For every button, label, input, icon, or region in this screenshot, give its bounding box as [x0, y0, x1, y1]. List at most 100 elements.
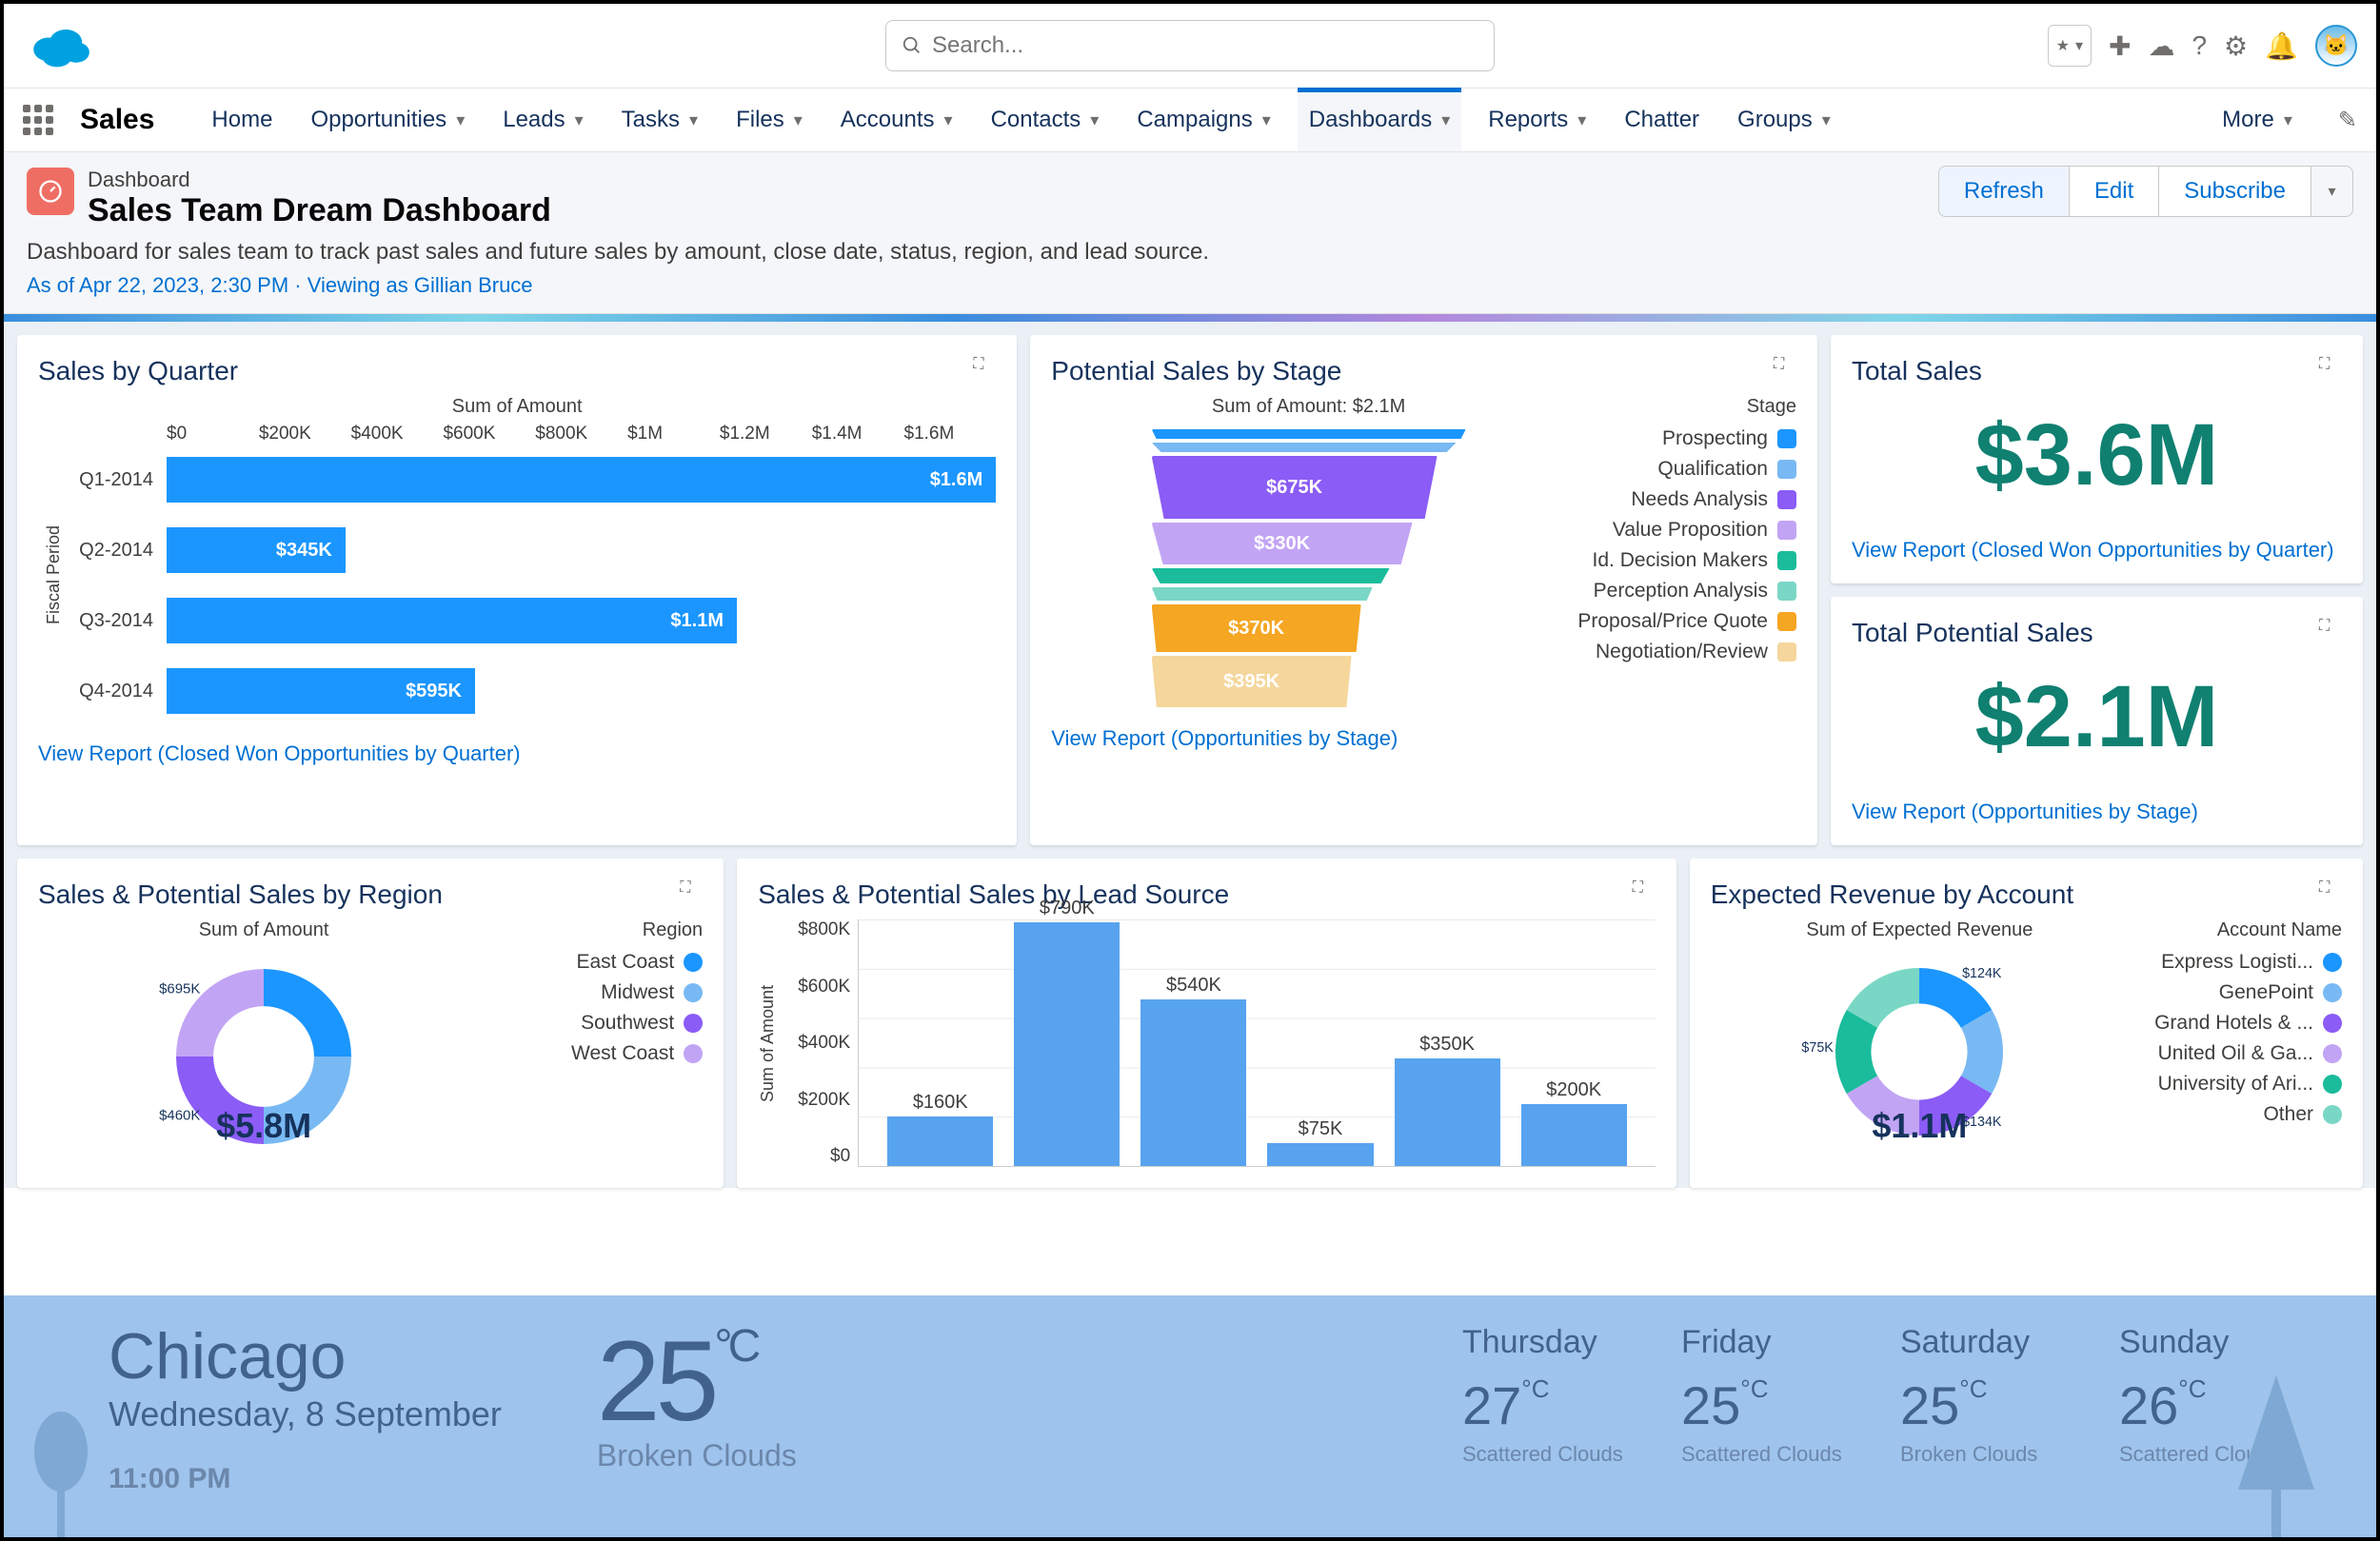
add-icon[interactable]: ✚	[2109, 30, 2131, 62]
chart-axis-title: Sum of Amount	[38, 396, 996, 418]
search-icon	[902, 35, 922, 56]
dashboard-grid: ⛶ Sales by Quarter Sum of Amount Fiscal …	[4, 322, 2376, 1188]
app-launcher-icon[interactable]	[23, 105, 53, 135]
nav-leads[interactable]: Leads▾	[491, 89, 594, 151]
legend-item: Negotiation/Review	[1577, 641, 1796, 663]
salesforce-help-icon[interactable]: ☁	[2148, 30, 2174, 62]
expand-icon[interactable]: ⛶	[2319, 879, 2342, 902]
donut-total: $1.1M	[1872, 1106, 1967, 1146]
legend-item: Midwest	[499, 981, 703, 1004]
metric-value: $2.1M	[1852, 658, 2342, 784]
legend-item: Perception Analysis	[1577, 580, 1796, 603]
weather-time: 11:00 PM	[109, 1463, 502, 1495]
tree-icon	[32, 1404, 89, 1537]
dashboard-meta: As of Apr 22, 2023, 2:30 PM · Viewing as…	[27, 273, 2353, 298]
weather-temp: 25°C	[597, 1317, 756, 1445]
object-label: Dashboard	[88, 168, 551, 192]
metric-value: $3.6M	[1852, 396, 2342, 523]
card-expected-revenue: ⛶ Expected Revenue by Account Sum of Exp…	[1690, 859, 2363, 1188]
chevron-down-icon: ▾	[2075, 36, 2083, 55]
nav-contacts[interactable]: Contacts▾	[980, 89, 1111, 151]
bar-row: Q3-2014$1.1M	[64, 585, 996, 656]
card-title: Expected Revenue by Account	[1711, 879, 2342, 910]
global-search[interactable]	[885, 20, 1495, 71]
more-actions-button[interactable]: ▾	[2311, 167, 2352, 216]
y-axis-label: Sum of Amount	[758, 919, 778, 1167]
legend-item: East Coast	[499, 951, 703, 974]
legend-item: University of Ari...	[2138, 1073, 2342, 1096]
dashboard-icon	[27, 168, 74, 215]
nav-more[interactable]: More▾	[2211, 89, 2304, 151]
column-bar: $200K	[1521, 1104, 1627, 1166]
column-chart: $160K$790K$540K$75K$350K$200K	[858, 919, 1656, 1167]
nav-tasks[interactable]: Tasks▾	[610, 89, 709, 151]
setup-gear-icon[interactable]: ⚙	[2224, 30, 2248, 62]
star-icon: ★	[2056, 36, 2070, 55]
nav-groups[interactable]: Groups▾	[1726, 89, 1842, 151]
legend-item: Value Proposition	[1577, 519, 1796, 542]
card-title: Potential Sales by Stage	[1051, 356, 1796, 386]
nav-chatter[interactable]: Chatter	[1613, 89, 1711, 151]
view-report-link[interactable]: View Report (Closed Won Opportunities by…	[1852, 538, 2342, 563]
legend-item: Id. Decision Makers	[1577, 549, 1796, 572]
notifications-bell-icon[interactable]: 🔔	[2265, 30, 2298, 62]
legend-title: Account Name	[2138, 919, 2342, 941]
view-report-link[interactable]: View Report (Opportunities by Stage)	[1051, 726, 1796, 751]
weather-city: Chicago	[109, 1324, 502, 1389]
y-axis-ticks: $800K$600K$400K$200K$0	[778, 919, 858, 1167]
forecast-day: Friday25°CScattered Clouds	[1681, 1324, 1881, 1467]
expand-icon[interactable]: ⛶	[680, 879, 703, 902]
nav-accounts[interactable]: Accounts▾	[829, 89, 964, 151]
card-potential-sales-by-stage: ⛶ Potential Sales by Stage Sum of Amount…	[1030, 335, 1817, 845]
card-sales-by-quarter: ⛶ Sales by Quarter Sum of Amount Fiscal …	[17, 335, 1017, 845]
svg-text:$134K: $134K	[1962, 1115, 2002, 1130]
page-header: Dashboard Sales Team Dream Dashboard Ref…	[4, 152, 2376, 314]
chevron-down-icon: ▾	[794, 110, 803, 130]
nav-campaigns[interactable]: Campaigns▾	[1125, 89, 1281, 151]
expand-icon[interactable]: ⛶	[2319, 356, 2342, 379]
legend-item: Needs Analysis	[1577, 488, 1796, 511]
user-avatar[interactable]: 🐱	[2315, 25, 2357, 67]
edit-nav-pencil-icon[interactable]: ✎	[2338, 107, 2357, 134]
nav-home[interactable]: Home	[200, 89, 284, 151]
column-bar: $790K	[1014, 922, 1120, 1166]
legend-item: GenePoint	[2138, 981, 2342, 1004]
nav-files[interactable]: Files▾	[724, 89, 814, 151]
app-name: Sales	[80, 104, 154, 136]
expand-icon[interactable]: ⛶	[1774, 356, 1796, 379]
nav-reports[interactable]: Reports▾	[1477, 89, 1597, 151]
card-title: Total Potential Sales	[1852, 618, 2342, 648]
page-title: Sales Team Dream Dashboard	[88, 192, 551, 229]
view-report-link[interactable]: View Report (Closed Won Opportunities by…	[38, 741, 996, 766]
nav-dashboards[interactable]: Dashboards▾	[1298, 89, 1461, 151]
svg-text:$124K: $124K	[1962, 966, 2002, 981]
edit-button[interactable]: Edit	[2069, 167, 2158, 216]
view-report-link[interactable]: View Report (Opportunities by Stage)	[1852, 800, 2342, 824]
search-input[interactable]	[932, 32, 1478, 59]
y-axis-label: Fiscal Period	[38, 424, 64, 726]
expand-icon[interactable]: ⛶	[1633, 879, 1656, 902]
x-axis-ticks: $0$200K$400K$600K$800K$1M$1.2M$1.4M$1.6M	[167, 424, 996, 445]
legend-item: United Oil & Ga...	[2138, 1042, 2342, 1065]
svg-text:$75K: $75K	[1802, 1040, 1835, 1056]
nav-opportunities[interactable]: Opportunities▾	[299, 89, 476, 151]
column-bar: $350K	[1395, 1058, 1500, 1166]
legend-item: Prospecting	[1577, 427, 1796, 450]
svg-text:$460K: $460K	[159, 1108, 200, 1124]
favorites-button[interactable]: ★▾	[2048, 25, 2092, 67]
subscribe-button[interactable]: Subscribe	[2158, 167, 2311, 216]
card-total-potential-sales: ⛶ Total Potential Sales $2.1M View Repor…	[1831, 597, 2363, 845]
help-icon[interactable]: ?	[2192, 30, 2207, 61]
expand-icon[interactable]: ⛶	[2319, 618, 2342, 641]
expand-icon[interactable]: ⛶	[973, 356, 996, 379]
app-nav: Sales Home Opportunities▾ Leads▾ Tasks▾ …	[4, 88, 2376, 152]
weather-overlay: Chicago Wednesday, 8 September 11:00 PM …	[4, 1295, 2376, 1537]
svg-text:$695K: $695K	[159, 980, 200, 997]
chevron-down-icon: ▾	[2284, 110, 2292, 130]
card-total-sales: ⛶ Total Sales $3.6M View Report (Closed …	[1831, 335, 2363, 583]
chevron-down-icon: ▾	[1441, 110, 1450, 130]
legend-item: Express Logisti...	[2138, 951, 2342, 974]
card-title: Sales & Potential Sales by Region	[38, 879, 703, 910]
refresh-button[interactable]: Refresh	[1939, 167, 2069, 216]
salesforce-logo	[23, 20, 97, 71]
